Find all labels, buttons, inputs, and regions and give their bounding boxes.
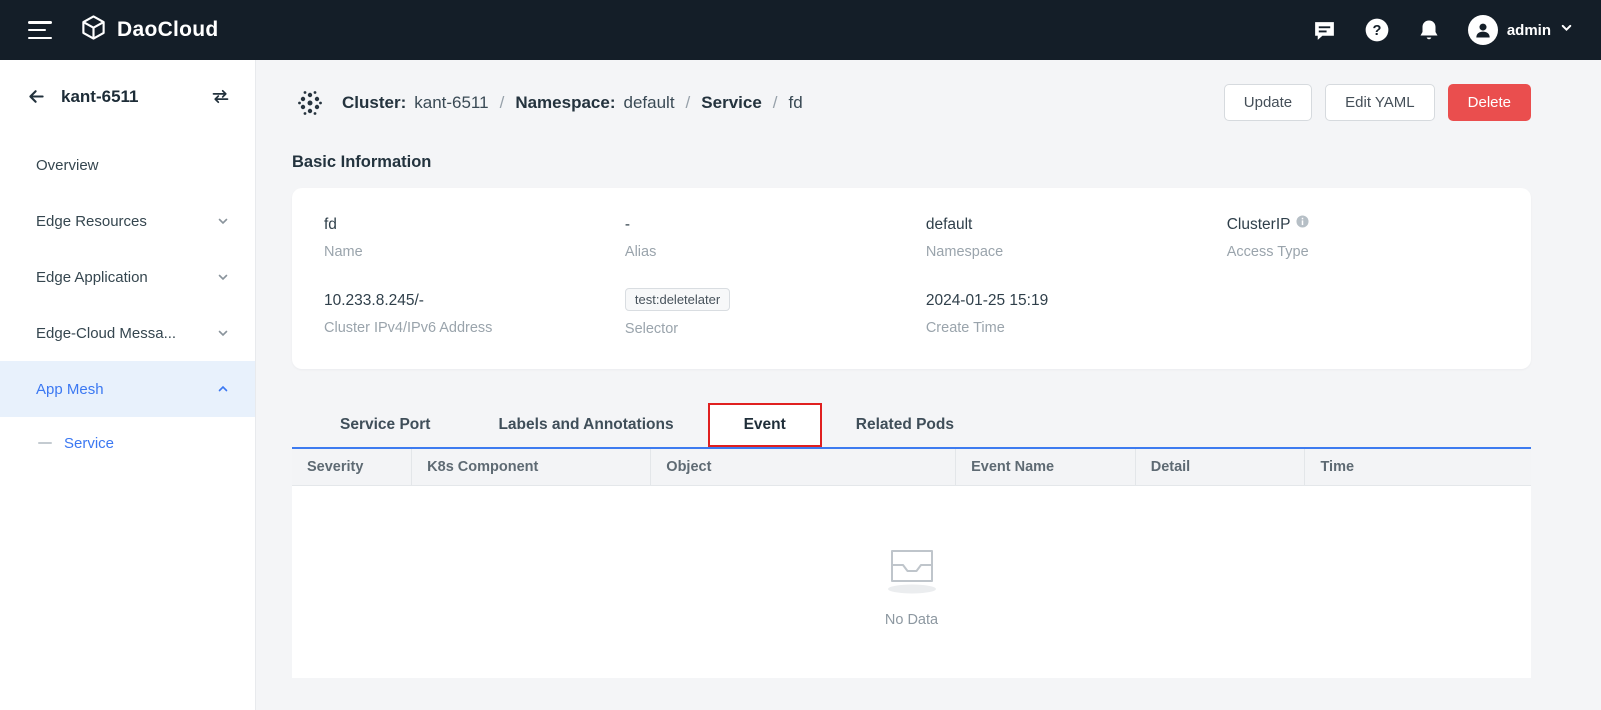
event-table: Severity K8s Component Object Event Name… xyxy=(292,449,1531,678)
cube-logo-icon xyxy=(80,14,107,46)
field-empty xyxy=(1227,292,1499,337)
basic-information-card: fd Name - Alias default Namespace Cluste… xyxy=(292,188,1531,369)
cluster-name-title: kant-6511 xyxy=(61,87,139,107)
no-data-text: No Data xyxy=(885,612,938,628)
column-time: Time xyxy=(1305,449,1530,485)
column-event-name: Event Name xyxy=(956,449,1136,485)
field-label: Selector xyxy=(625,321,926,337)
chevron-down-icon xyxy=(1560,21,1573,39)
field-value: 10.233.8.245/- xyxy=(324,292,625,310)
field-access-type: ClusterIP Access Type xyxy=(1227,216,1499,260)
sidebar-item-label: Overview xyxy=(36,157,99,174)
breadcrumb-service-label: Service xyxy=(701,93,762,113)
field-value: fd xyxy=(324,216,625,234)
breadcrumb-cluster-value: kant-6511 xyxy=(414,93,488,113)
field-alias: - Alias xyxy=(625,216,926,260)
sidebar-item-edge-cloud-message[interactable]: Edge-Cloud Messa... xyxy=(0,305,255,361)
breadcrumb-separator: / xyxy=(686,93,691,113)
sidebar-item-overview[interactable]: Overview xyxy=(0,137,255,193)
layout: kant-6511 Overview Edge Resources Edge A… xyxy=(0,60,1601,710)
help-icon[interactable]: ? xyxy=(1364,17,1390,43)
chevron-up-icon xyxy=(217,383,229,395)
field-value: - xyxy=(625,216,926,234)
sidebar-item-label: Edge-Cloud Messa... xyxy=(36,325,176,342)
sidebar-item-app-mesh[interactable]: App Mesh xyxy=(0,361,255,417)
user-menu[interactable]: admin xyxy=(1468,15,1573,45)
selector-tag: test:deletelater xyxy=(625,288,730,311)
field-value: ClusterIP xyxy=(1227,216,1291,234)
page-header: Cluster: kant-6511 / Namespace: default … xyxy=(292,84,1531,121)
main-content: Cluster: kant-6511 / Namespace: default … xyxy=(256,60,1601,710)
message-icon[interactable] xyxy=(1312,18,1337,43)
chevron-down-icon xyxy=(217,271,229,283)
column-object: Object xyxy=(651,449,956,485)
field-namespace: default Namespace xyxy=(926,216,1227,260)
sidebar: kant-6511 Overview Edge Resources Edge A… xyxy=(0,60,256,710)
topbar-right: ? admin xyxy=(1312,15,1573,45)
update-button[interactable]: Update xyxy=(1224,84,1312,121)
svg-text:?: ? xyxy=(1372,23,1381,39)
field-label: Name xyxy=(324,244,625,260)
basic-information-grid: fd Name - Alias default Namespace Cluste… xyxy=(324,216,1499,337)
empty-box-icon xyxy=(876,537,948,600)
detail-tabs: Service Port Labels and Annotations Even… xyxy=(292,403,1531,449)
info-icon[interactable] xyxy=(1296,215,1309,228)
field-create-time: 2024-01-25 15:19 Create Time xyxy=(926,292,1227,337)
field-value: default xyxy=(926,216,1227,234)
breadcrumb-separator: / xyxy=(500,93,505,113)
breadcrumb: Cluster: kant-6511 / Namespace: default … xyxy=(342,93,803,113)
breadcrumb-namespace-value: default xyxy=(624,93,675,113)
tab-related-pods[interactable]: Related Pods xyxy=(822,403,988,447)
field-value: 2024-01-25 15:19 xyxy=(926,292,1227,310)
brand-name: DaoCloud xyxy=(117,18,219,42)
breadcrumb-namespace-label: Namespace: xyxy=(515,93,615,113)
breadcrumb-cluster-label: Cluster: xyxy=(342,93,406,113)
topbar-left: DaoCloud xyxy=(28,14,219,46)
header-actions: Update Edit YAML Delete xyxy=(1211,84,1531,121)
chevron-down-icon xyxy=(217,327,229,339)
sidebar-item-label: Edge Resources xyxy=(36,213,147,230)
user-name: admin xyxy=(1507,22,1551,39)
delete-button[interactable]: Delete xyxy=(1448,84,1531,121)
edit-yaml-button[interactable]: Edit YAML xyxy=(1325,84,1434,121)
sidebar-item-edge-resources[interactable]: Edge Resources xyxy=(0,193,255,249)
tab-service-port[interactable]: Service Port xyxy=(306,403,464,447)
sidebar-header: kant-6511 xyxy=(0,60,255,131)
sidebar-nav: Overview Edge Resources Edge Application… xyxy=(0,137,255,469)
brand-logo[interactable]: DaoCloud xyxy=(80,14,219,46)
basic-information-title: Basic Information xyxy=(292,153,1531,172)
field-name: fd Name xyxy=(324,216,625,260)
field-label: Alias xyxy=(625,244,926,260)
avatar-icon xyxy=(1468,15,1498,45)
chevron-down-icon xyxy=(217,215,229,227)
field-label: Access Type xyxy=(1227,244,1499,260)
field-cluster-ip: 10.233.8.245/- Cluster IPv4/IPv6 Address xyxy=(324,292,625,337)
sidebar-item-edge-application[interactable]: Edge Application xyxy=(0,249,255,305)
breadcrumb-resource-name: fd xyxy=(789,93,803,113)
breadcrumb-separator: / xyxy=(773,93,778,113)
sidebar-item-label: Edge Application xyxy=(36,269,148,286)
tab-event[interactable]: Event xyxy=(708,403,822,447)
event-table-empty-state: No Data xyxy=(292,486,1531,678)
sidebar-subitem-label: Service xyxy=(64,435,114,452)
column-detail: Detail xyxy=(1136,449,1306,485)
topbar: DaoCloud ? xyxy=(0,0,1601,60)
field-label: Cluster IPv4/IPv6 Address xyxy=(324,320,625,336)
bell-icon[interactable] xyxy=(1417,18,1441,42)
field-label: Create Time xyxy=(926,320,1227,336)
tab-labels-annotations[interactable]: Labels and Annotations xyxy=(464,403,707,447)
sidebar-item-service[interactable]: Service xyxy=(0,417,255,469)
cluster-dots-icon xyxy=(292,85,328,121)
menu-icon[interactable] xyxy=(28,21,52,39)
refresh-icon[interactable] xyxy=(210,86,231,107)
column-k8s-component: K8s Component xyxy=(412,449,651,485)
field-selector: test:deletelater Selector xyxy=(625,292,926,337)
event-table-header: Severity K8s Component Object Event Name… xyxy=(292,449,1531,486)
back-arrow-icon[interactable] xyxy=(26,86,47,107)
column-severity: Severity xyxy=(292,449,412,485)
sidebar-item-label: App Mesh xyxy=(36,381,104,398)
field-label: Namespace xyxy=(926,244,1227,260)
dash-icon xyxy=(38,442,52,444)
